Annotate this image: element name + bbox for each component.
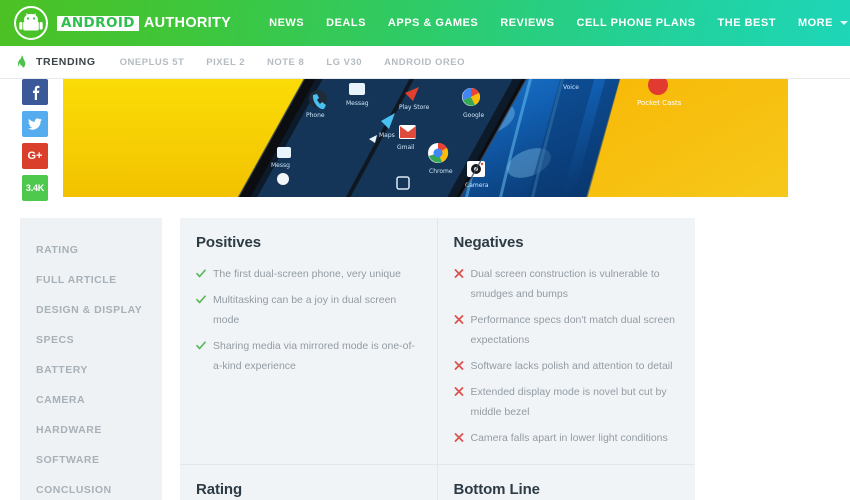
nav-item-more[interactable]: MORE: [798, 17, 848, 29]
negatives-column: Negatives Dual screen construction is vu…: [438, 218, 696, 464]
chevron-down-icon: [839, 21, 848, 25]
brand-name-box: ANDROID: [57, 15, 139, 32]
bottom-line-column: Bottom Line: [438, 465, 696, 500]
twitter-share-button[interactable]: [22, 111, 48, 137]
svg-text:Messag: Messag: [346, 100, 369, 107]
nav-label: APPS & GAMES: [387, 17, 479, 29]
svg-text:M: M: [393, 196, 400, 197]
nav-item-cell-phone-plans[interactable]: CELL PHONE PLANS: [577, 17, 696, 29]
hero-image-area: Phone Messag Maps Messg Play Store Googl…: [0, 79, 850, 207]
svg-text:Gmail: Gmail: [397, 144, 415, 151]
sidebar-item-rating[interactable]: RATING: [36, 244, 162, 256]
nav-label: DEALS: [326, 17, 366, 29]
nav-item-news[interactable]: NEWS: [269, 17, 304, 29]
list-item: Software lacks polish and attention to d…: [454, 356, 680, 376]
rating-column: Rating: [180, 465, 438, 500]
nav-item-the-best[interactable]: THE BEST: [718, 17, 776, 29]
nav-label: CELL PHONE PLANS: [576, 17, 696, 29]
negatives-heading: Negatives: [453, 234, 524, 251]
cross-icon: [454, 361, 463, 370]
negative-text: Software lacks polish and attention to d…: [470, 360, 673, 372]
pros-cons-row: Positives The first dual-screen phone, v…: [180, 218, 695, 464]
negatives-list: Dual screen construction is vulnerable t…: [454, 264, 680, 448]
sidebar-item-software[interactable]: SOFTWARE: [36, 454, 162, 466]
social-share-rail: G+ 3.4K: [22, 79, 48, 201]
article-body: RATING FULL ARTICLE DESIGN & DISPLAY SPE…: [0, 218, 850, 500]
facebook-icon: [32, 85, 39, 100]
nav-item-apps-games[interactable]: APPS & GAMES: [388, 17, 478, 29]
svg-text:Messg: Messg: [271, 162, 290, 169]
svg-text:Pocket Casts: Pocket Casts: [637, 99, 682, 107]
list-item: Extended display mode is novel but cut b…: [454, 382, 680, 422]
positive-text: Multitasking can be a joy in dual screen…: [213, 294, 397, 326]
sidebar-item-battery[interactable]: BATTERY: [36, 364, 162, 376]
list-item: Dual screen construction is vulnerable t…: [454, 264, 680, 304]
svg-text:Voice: Voice: [563, 84, 579, 91]
sidebar-item-camera[interactable]: CAMERA: [36, 394, 162, 406]
sidebar-item-conclusion[interactable]: CONCLUSION: [36, 484, 162, 496]
positives-column: Positives The first dual-screen phone, v…: [180, 218, 438, 464]
svg-text:Phone: Phone: [306, 112, 325, 119]
review-summary-panel: Positives The first dual-screen phone, v…: [180, 218, 695, 500]
trending-item-note-8[interactable]: NOTE 8: [267, 57, 304, 68]
main-nav-links: NEWS DEALS APPS & GAMES REVIEWS CELL PHO…: [269, 17, 848, 29]
rating-heading: Rating: [196, 481, 243, 498]
sidebar-item-full-article[interactable]: FULL ARTICLE: [36, 274, 162, 286]
positive-text: Sharing media via mirrored mode is one-o…: [213, 340, 415, 372]
sidebar-item-specs[interactable]: SPECS: [36, 334, 162, 346]
brand-name-word: AUTHORITY: [143, 14, 232, 31]
negative-text: Camera falls apart in lower light condit…: [470, 432, 668, 444]
cross-icon: [454, 433, 463, 442]
positives-list: The first dual-screen phone, very unique…: [196, 264, 421, 376]
share-count-badge: 3.4K: [22, 175, 48, 201]
negative-text: Extended display mode is novel but cut b…: [470, 386, 667, 418]
trending-item-android-oreo[interactable]: ANDROID OREO: [384, 57, 465, 68]
positives-heading: Positives: [196, 234, 261, 251]
facebook-share-button[interactable]: [22, 79, 48, 105]
list-item: Camera falls apart in lower light condit…: [454, 428, 680, 448]
nav-label: THE BEST: [717, 17, 776, 29]
trending-item-oneplus-5t[interactable]: ONEPLUS 5T: [120, 57, 185, 68]
bottom-line-heading: Bottom Line: [453, 481, 540, 498]
trending-item-pixel-2[interactable]: PIXEL 2: [206, 57, 245, 68]
trending-item-lg-v30[interactable]: LG V30: [326, 57, 362, 68]
svg-text:Play Store: Play Store: [399, 104, 430, 111]
svg-text:Google: Google: [463, 112, 484, 119]
nav-label: MORE: [797, 17, 833, 29]
hero-photo: Phone Messag Maps Messg Play Store Googl…: [63, 79, 788, 197]
trending-label: TRENDING: [36, 56, 96, 68]
flame-icon: [17, 55, 26, 68]
cross-icon: [454, 269, 463, 278]
android-robot-icon: [14, 6, 48, 40]
rating-bottomline-row: Rating Bottom Line: [180, 464, 695, 500]
list-item: Multitasking can be a joy in dual screen…: [196, 290, 421, 330]
negative-text: Performance specs don't match dual scree…: [470, 314, 676, 346]
sidebar-item-hardware[interactable]: HARDWARE: [36, 424, 162, 436]
nav-item-reviews[interactable]: REVIEWS: [500, 17, 554, 29]
svg-text:Maps: Maps: [379, 132, 395, 139]
sidebar-item-design-display[interactable]: DESIGN & DISPLAY: [36, 304, 162, 316]
site-logo[interactable]: ANDROID AUTHORITY: [14, 6, 231, 40]
trending-bar: TRENDING ONEPLUS 5T PIXEL 2 NOTE 8 LG V3…: [0, 46, 850, 79]
article-section-nav: RATING FULL ARTICLE DESIGN & DISPLAY SPE…: [20, 218, 162, 500]
twitter-bird-icon: [28, 118, 42, 130]
list-item: Sharing media via mirrored mode is one-o…: [196, 336, 421, 376]
positive-text: The first dual-screen phone, very unique: [213, 268, 401, 280]
check-icon: [196, 269, 206, 278]
list-item: Performance specs don't match dual scree…: [454, 310, 680, 350]
check-icon: [196, 341, 206, 350]
cross-icon: [454, 315, 463, 324]
list-item: The first dual-screen phone, very unique: [196, 264, 421, 284]
negative-text: Dual screen construction is vulnerable t…: [470, 268, 660, 300]
check-icon: [196, 295, 206, 304]
nav-label: REVIEWS: [500, 17, 555, 29]
google-plus-share-button[interactable]: G+: [22, 143, 48, 169]
cross-icon: [454, 387, 463, 396]
svg-text:Chrome: Chrome: [429, 168, 453, 175]
nav-item-deals[interactable]: DEALS: [326, 17, 366, 29]
nav-label: NEWS: [269, 17, 305, 29]
top-navigation-bar: ANDROID AUTHORITY NEWS DEALS APPS & GAME…: [0, 0, 850, 46]
